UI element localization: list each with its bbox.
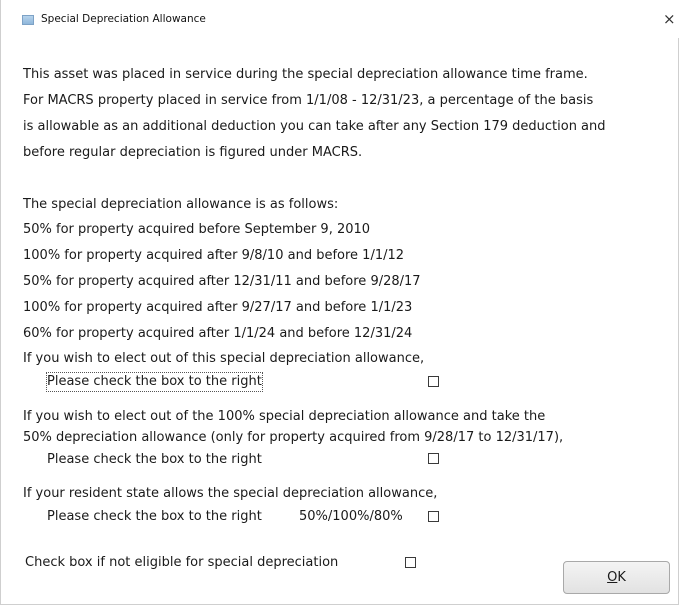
elect-out-checkbox[interactable] (428, 376, 439, 387)
allowance-item: 50% for property acquired after 12/31/11… (23, 274, 421, 289)
allowance-item: 60% for property acquired after 1/1/24 a… (23, 326, 413, 341)
elect-50-text-line-1: If you wish to elect out of the 100% spe… (23, 409, 546, 424)
elect-50-check-label: Please check the box to the right (47, 452, 262, 467)
resident-state-check-label: Please check the box to the right (47, 509, 262, 524)
not-eligible-checkbox[interactable] (405, 557, 416, 568)
intro-line-3: is allowable as an additional deduction … (23, 119, 606, 134)
app-window-icon (22, 15, 34, 25)
dialog-window: Special Depreciation Allowance × This as… (0, 0, 679, 605)
allowance-heading: The special depreciation allowance is as… (23, 197, 339, 212)
close-icon[interactable]: × (663, 9, 676, 29)
allowance-item: 100% for property acquired after 9/27/17… (23, 300, 413, 315)
allowance-item: 100% for property acquired after 9/8/10 … (23, 248, 405, 263)
elect-out-check-label[interactable]: Please check the box to the right (46, 372, 263, 392)
elect-out-text: If you wish to elect out of this special… (23, 351, 425, 366)
resident-state-checkbox[interactable] (428, 511, 439, 522)
ok-button-label-rest: K (617, 570, 626, 585)
intro-line-2: For MACRS property placed in service fro… (23, 93, 594, 108)
title-bar: Special Depreciation Allowance × (1, 0, 679, 38)
resident-state-rate-label: 50%/100%/80% (299, 509, 403, 524)
allowance-item: 50% for property acquired before Septemb… (23, 222, 371, 237)
not-eligible-label: Check box if not eligible for special de… (25, 555, 339, 570)
ok-button-mnemonic: O (607, 570, 618, 585)
intro-line-1: This asset was placed in service during … (23, 67, 588, 82)
ok-button[interactable]: OKOK (563, 561, 670, 594)
intro-line-4: before regular depreciation is figured u… (23, 145, 363, 160)
elect-50-text-line-2: 50% depreciation allowance (only for pro… (23, 430, 564, 445)
resident-state-text: If your resident state allows the specia… (23, 486, 438, 501)
elect-50-checkbox[interactable] (428, 453, 439, 464)
window-title: Special Depreciation Allowance (41, 13, 206, 25)
